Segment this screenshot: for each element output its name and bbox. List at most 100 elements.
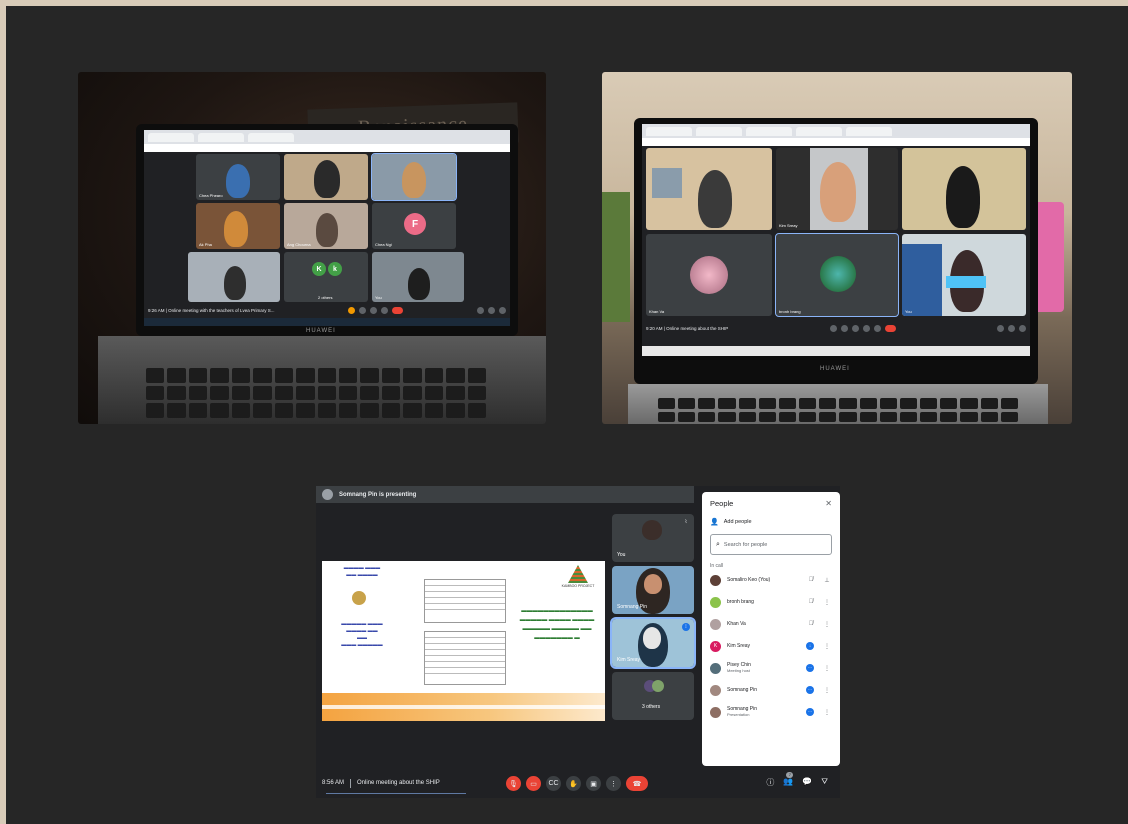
close-icon[interactable]: ✕ [825,499,832,508]
slide-table-bottom [424,631,506,685]
participant-avatar: F [404,213,426,235]
raise-hand-button[interactable]: ✋ [566,776,581,791]
url-bar [144,144,510,152]
url-bar [642,138,1030,146]
avatar: K [710,640,721,652]
people-icon: 👥 [783,777,794,786]
people-button[interactable]: 👥 7 [783,772,794,788]
search-icon: ⌕ [716,540,720,548]
more-options-icon[interactable]: ⋮ [822,687,832,694]
speaking-indicator-icon: ⁞ [682,623,690,631]
windows-taskbar [642,346,1030,356]
more-options-icon[interactable]: ⋮ [822,599,832,606]
mic-toggle-button[interactable]: 🎙 [506,776,521,791]
participant-avatar [690,256,728,294]
activities-icon[interactable]: ⛛ [821,777,828,788]
laptop-brand: HUAWEI [306,328,336,334]
video-tile: bronh brang [775,233,899,317]
more-options-icon[interactable]: ⋮ [822,621,832,628]
mic-off-icon[interactable]: 🎙̸ [806,577,816,583]
mic-off-icon[interactable]: 🎙̸ [806,621,816,627]
participant-row[interactable]: K Kim Sreay ⁞ ⋮ [710,635,832,657]
kamboo-logo-icon [568,565,588,583]
presentation-slide: ▬▬▬▬ ▬▬▬ ▬▬ ▬▬▬▬ ▬▬▬▬▬ ▬▬▬ ▬▬▬▬ ▬▬ ▬▬ ▬▬▬ ▬▬… [322,561,605,721]
laptop-lid: Kim Sreay Khan Va bronh brang You 9:20 A… [634,118,1038,384]
camera-toggle-button[interactable]: ▭ [526,776,541,791]
video-tile [188,252,280,302]
photo-laptop-meeting-dark-room: Renaissance Chea Phearo [78,72,546,424]
meet-controls-bar: 9:20 AM | Online meeting about the SHIP [642,320,1030,336]
present-button[interactable]: ▣ [586,776,601,791]
video-tile: Kim Sreay [776,148,898,230]
avatar [710,662,721,674]
more-options-button[interactable]: ⋮ [606,776,621,791]
laptop-base [628,384,1048,424]
presenter-avatar [322,489,333,500]
panel-title: People [710,499,734,508]
participant-tile[interactable]: ⌇ You [612,514,694,562]
browser-tabs [642,124,1030,138]
add-people-button[interactable]: 👤 Add people [710,518,832,526]
speaking-indicator-icon: ⁞ [806,642,814,650]
search-field[interactable]: ⌕ [710,534,832,555]
participant-row[interactable]: Pisey Chin Meeting host ⋯ ⋮ [710,657,832,679]
more-options-icon[interactable]: ⋮ [822,665,832,672]
participant-tile[interactable]: ⁞ Kim Sreay [610,617,696,669]
participant-row[interactable]: Somnang Pin ⋯ ⋮ [710,679,832,701]
laptop-brand: HUAWEI [820,366,850,372]
video-tile: Chea Phearo [196,154,280,200]
search-input[interactable] [723,541,824,548]
speaking-indicator-icon: ⋯ [806,708,814,716]
call-controls: 🎙 ▭ CC ✋ ▣ ⋮ ☎ [506,776,648,791]
pink-cup [1034,202,1064,312]
participant-row[interactable]: bronh brang 🎙̸ ⋮ [710,591,832,613]
laptop-base [98,336,546,424]
presenting-label: Somnang Pin is presenting [339,491,417,498]
avatar [710,706,721,718]
participant-tile[interactable]: 3 others [612,672,694,720]
google-meet-screenshot: Somnang Pin is presenting ▬▬▬▬ ▬▬▬ ▬▬ ▬▬▬… [316,486,840,798]
speaking-indicator-icon: ⋯ [806,686,814,694]
photo-laptop-meeting-bright-room: Kim Sreay Khan Va bronh brang You 9:20 A… [602,72,1072,424]
participant-row[interactable]: Somnang Pin Presentation ⋯ ⋮ [710,701,832,723]
book-spines [602,192,630,322]
info-icon[interactable]: ⓘ [766,777,774,788]
laptop-screen: Kim Sreay Khan Va bronh brang You 9:20 A… [642,124,1030,356]
avatar [710,596,721,608]
add-person-icon: 👤 [710,519,719,526]
browser-tabs [144,130,510,144]
speaking-indicator-icon: ⋯ [806,664,814,672]
clock: 8:56 AM [322,780,345,786]
meeting-title: Online meeting about the SHIP [357,780,440,786]
mic-off-icon[interactable]: 🎙̸ [806,599,816,605]
presenting-banner: Somnang Pin is presenting [316,486,694,503]
video-tile: You [902,234,1026,316]
video-tile: Ang Chourna [284,203,368,249]
meeting-info: 9:26 AM | Online meeting with the teache… [148,307,275,313]
meeting-info: 9:20 AM | Online meeting about the SHIP [646,325,729,331]
participant-row[interactable]: Khan Va 🎙̸ ⋮ [710,613,832,635]
video-tile: You [372,252,464,302]
more-options-icon[interactable]: ⋮ [822,643,832,650]
participant-tile[interactable]: Somnang Pin [612,566,694,614]
participant-avatar [820,256,856,292]
slide-table-top [424,579,506,623]
avatar [710,684,721,696]
video-tile: K k 2 others [284,252,368,302]
more-options-icon[interactable]: ⋮ [822,709,832,716]
mic-off-icon: ⌇ [684,519,688,525]
slide-main-title: ▬▬▬▬▬▬▬▬▬▬▬▬▬ ▬▬▬▬▬ ▬▬▬▬ ▬▬▬▬ ▬▬▬▬▬ ▬▬▬▬▬ … [519,608,595,641]
video-tile [284,154,368,200]
participant-avatar: K [312,262,326,276]
chat-icon[interactable]: 💬 [802,777,812,788]
pin-icon[interactable]: ⊥ [822,577,832,584]
leave-call-button[interactable]: ☎ [626,776,648,791]
captions-button[interactable]: CC [546,776,561,791]
slide-left-text: ▬▬▬▬▬ ▬▬▬ ▬▬▬▬ ▬▬ ▬▬ ▬▬▬ ▬▬▬▬▬ [341,621,383,648]
video-tile [371,153,457,201]
kamboo-logo-label: KAMBOO PROJECT [561,584,595,588]
video-tile [902,148,1026,230]
slide-header-text: ▬▬▬▬ ▬▬▬ ▬▬ ▬▬▬▬ [343,565,381,578]
avatar [710,618,721,630]
participant-row[interactable]: Somaliro Keo (You) 🎙̸ ⊥ [710,569,832,591]
